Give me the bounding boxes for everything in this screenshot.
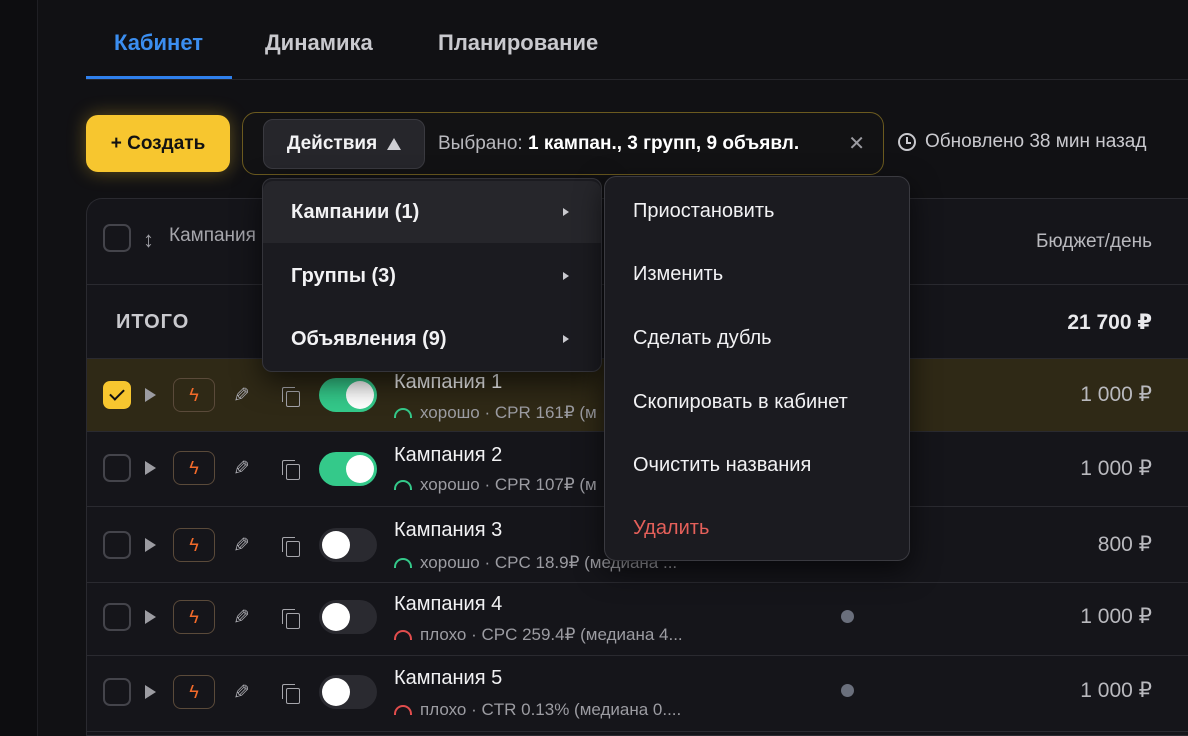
actions-button[interactable]: Действия [263, 119, 425, 169]
total-budget: 21 700 ₽ [1067, 311, 1152, 334]
menu-item-label: Объявления (9) [291, 327, 447, 350]
chevron-right-icon [563, 208, 569, 216]
selection-summary: Выбрано: 1 кампан., 3 групп, 9 объявл. [438, 133, 799, 155]
status-toggle[interactable] [319, 600, 377, 634]
row-checkbox[interactable] [103, 454, 131, 482]
updated-text: Обновлено 38 мин назад [925, 131, 1147, 152]
pencil-icon[interactable]: ✎ [233, 605, 250, 630]
clock-icon [898, 133, 916, 151]
menu-item-duplicate[interactable]: Сделать дубль [633, 327, 772, 350]
bolt-icon[interactable]: ϟ [173, 675, 215, 709]
menu-item-groups[interactable]: Группы (3) [263, 245, 601, 307]
pencil-icon[interactable]: ✎ [233, 383, 250, 408]
campaign-metric: плохо · CTR 0.13% (медиана 0.... [394, 700, 681, 720]
selection-value: 1 кампан., 3 групп, 9 объявл. [527, 133, 800, 154]
campaign-metric-text: хорошо · CPR 107₽ (м [420, 475, 597, 494]
row-checkbox[interactable] [103, 381, 131, 409]
table-row[interactable]: ϟ ✎ Кампания 4 плохо · CPC 259.4₽ (медиа… [87, 583, 1188, 656]
table-row[interactable]: ϟ ✎ Кампания 5 плохо · CTR 0.13% (медиан… [87, 656, 1188, 732]
updated-status: Обновлено 38 мин назад [898, 131, 1146, 153]
copy-icon[interactable] [282, 684, 300, 704]
campaign-budget[interactable]: 1 000 ₽ [1080, 382, 1152, 407]
campaign-name[interactable]: Кампания 2 [394, 444, 502, 467]
status-dot [841, 610, 854, 623]
pencil-icon[interactable]: ✎ [233, 533, 250, 558]
menu-item-copy-to-cabinet[interactable]: Скопировать в кабинет [633, 391, 848, 414]
actions-menu: Кампании (1) Группы (3) Объявления (9) [262, 178, 602, 372]
menu-item-label: Кампании (1) [291, 200, 420, 223]
campaign-metric: хорошо · CPR 161₽ (м [394, 403, 597, 423]
menu-item-delete[interactable]: Удалить [633, 517, 709, 540]
status-toggle[interactable] [319, 452, 377, 486]
create-button[interactable]: + Создать [86, 115, 230, 172]
tab-dynamics[interactable]: Динамика [265, 30, 373, 56]
copy-icon[interactable] [282, 537, 300, 557]
tab-cabinet[interactable]: Кабинет [114, 30, 203, 56]
campaign-name[interactable]: Кампания 3 [394, 519, 502, 542]
tab-planning[interactable]: Планирование [438, 30, 598, 56]
column-header-campaign[interactable]: Кампания [169, 225, 256, 247]
menu-item-clear-names[interactable]: Очистить названия [633, 454, 811, 477]
gauge-icon [394, 480, 412, 490]
total-label: ИТОГО [116, 311, 190, 333]
campaign-metric-text: плохо · CTR 0.13% (медиана 0.... [420, 700, 682, 719]
campaign-metric-text: хорошо · CPR 161₽ (м [420, 403, 597, 422]
close-icon[interactable]: ✕ [848, 131, 865, 156]
actions-button-label: Действия [286, 133, 378, 154]
campaign-name[interactable]: Кампания 5 [394, 667, 502, 690]
menu-item-ads[interactable]: Объявления (9) [263, 308, 601, 370]
campaign-metric: плохо · CPC 259.4₽ (медиана 4... [394, 625, 683, 645]
sort-icon[interactable]: ↕ [143, 227, 154, 253]
pencil-icon[interactable]: ✎ [233, 680, 250, 705]
play-icon[interactable] [145, 461, 156, 475]
play-icon[interactable] [145, 388, 156, 402]
active-tab-indicator [86, 76, 232, 79]
campaign-actions-submenu: Приостановить Изменить Сделать дубль Ско… [604, 176, 910, 561]
play-icon[interactable] [145, 610, 156, 624]
row-checkbox[interactable] [103, 531, 131, 559]
campaign-metric-text: плохо · CPC 259.4₽ (медиана 4... [420, 625, 683, 644]
status-toggle[interactable] [319, 528, 377, 562]
menu-item-pause[interactable]: Приостановить [633, 200, 774, 223]
campaign-name[interactable]: Кампания 4 [394, 593, 502, 616]
gauge-icon [394, 558, 412, 568]
bolt-icon[interactable]: ϟ [173, 378, 215, 412]
chevron-right-icon [563, 272, 569, 280]
gauge-icon [394, 408, 412, 418]
bolt-icon[interactable]: ϟ [173, 528, 215, 562]
campaign-metric: хорошо · CPR 107₽ (м [394, 475, 597, 495]
selection-prefix: Выбрано: [438, 133, 528, 154]
status-dot [841, 684, 854, 697]
campaign-budget[interactable]: 1 000 ₽ [1080, 604, 1152, 629]
selection-bar: Действия Выбрано: 1 кампан., 3 групп, 9 … [242, 112, 884, 175]
campaign-name[interactable]: Кампания 1 [394, 371, 502, 394]
campaign-budget[interactable]: 1 000 ₽ [1080, 678, 1152, 703]
column-header-budget[interactable]: Бюджет/день [1036, 231, 1152, 253]
campaign-budget[interactable]: 800 ₽ [1098, 532, 1152, 557]
pencil-icon[interactable]: ✎ [233, 456, 250, 481]
copy-icon[interactable] [282, 387, 300, 407]
bolt-icon[interactable]: ϟ [173, 600, 215, 634]
select-all-checkbox[interactable] [103, 224, 131, 252]
play-icon[interactable] [145, 538, 156, 552]
chevron-right-icon [563, 335, 569, 343]
left-rail [0, 0, 38, 736]
play-icon[interactable] [145, 685, 156, 699]
gauge-icon [394, 630, 412, 640]
campaign-budget[interactable]: 1 000 ₽ [1080, 456, 1152, 481]
chevron-up-icon [387, 138, 402, 150]
status-toggle[interactable] [319, 675, 377, 709]
copy-icon[interactable] [282, 460, 300, 480]
menu-item-edit[interactable]: Изменить [633, 263, 723, 286]
bolt-icon[interactable]: ϟ [173, 451, 215, 485]
copy-icon[interactable] [282, 609, 300, 629]
gauge-icon [394, 705, 412, 715]
menu-item-label: Группы (3) [291, 264, 396, 287]
row-checkbox[interactable] [103, 678, 131, 706]
status-toggle[interactable] [319, 378, 377, 412]
tab-bar: Кабинет Динамика Планирование [86, 0, 1188, 80]
menu-item-campaigns[interactable]: Кампании (1) [263, 181, 601, 243]
row-checkbox[interactable] [103, 603, 131, 631]
